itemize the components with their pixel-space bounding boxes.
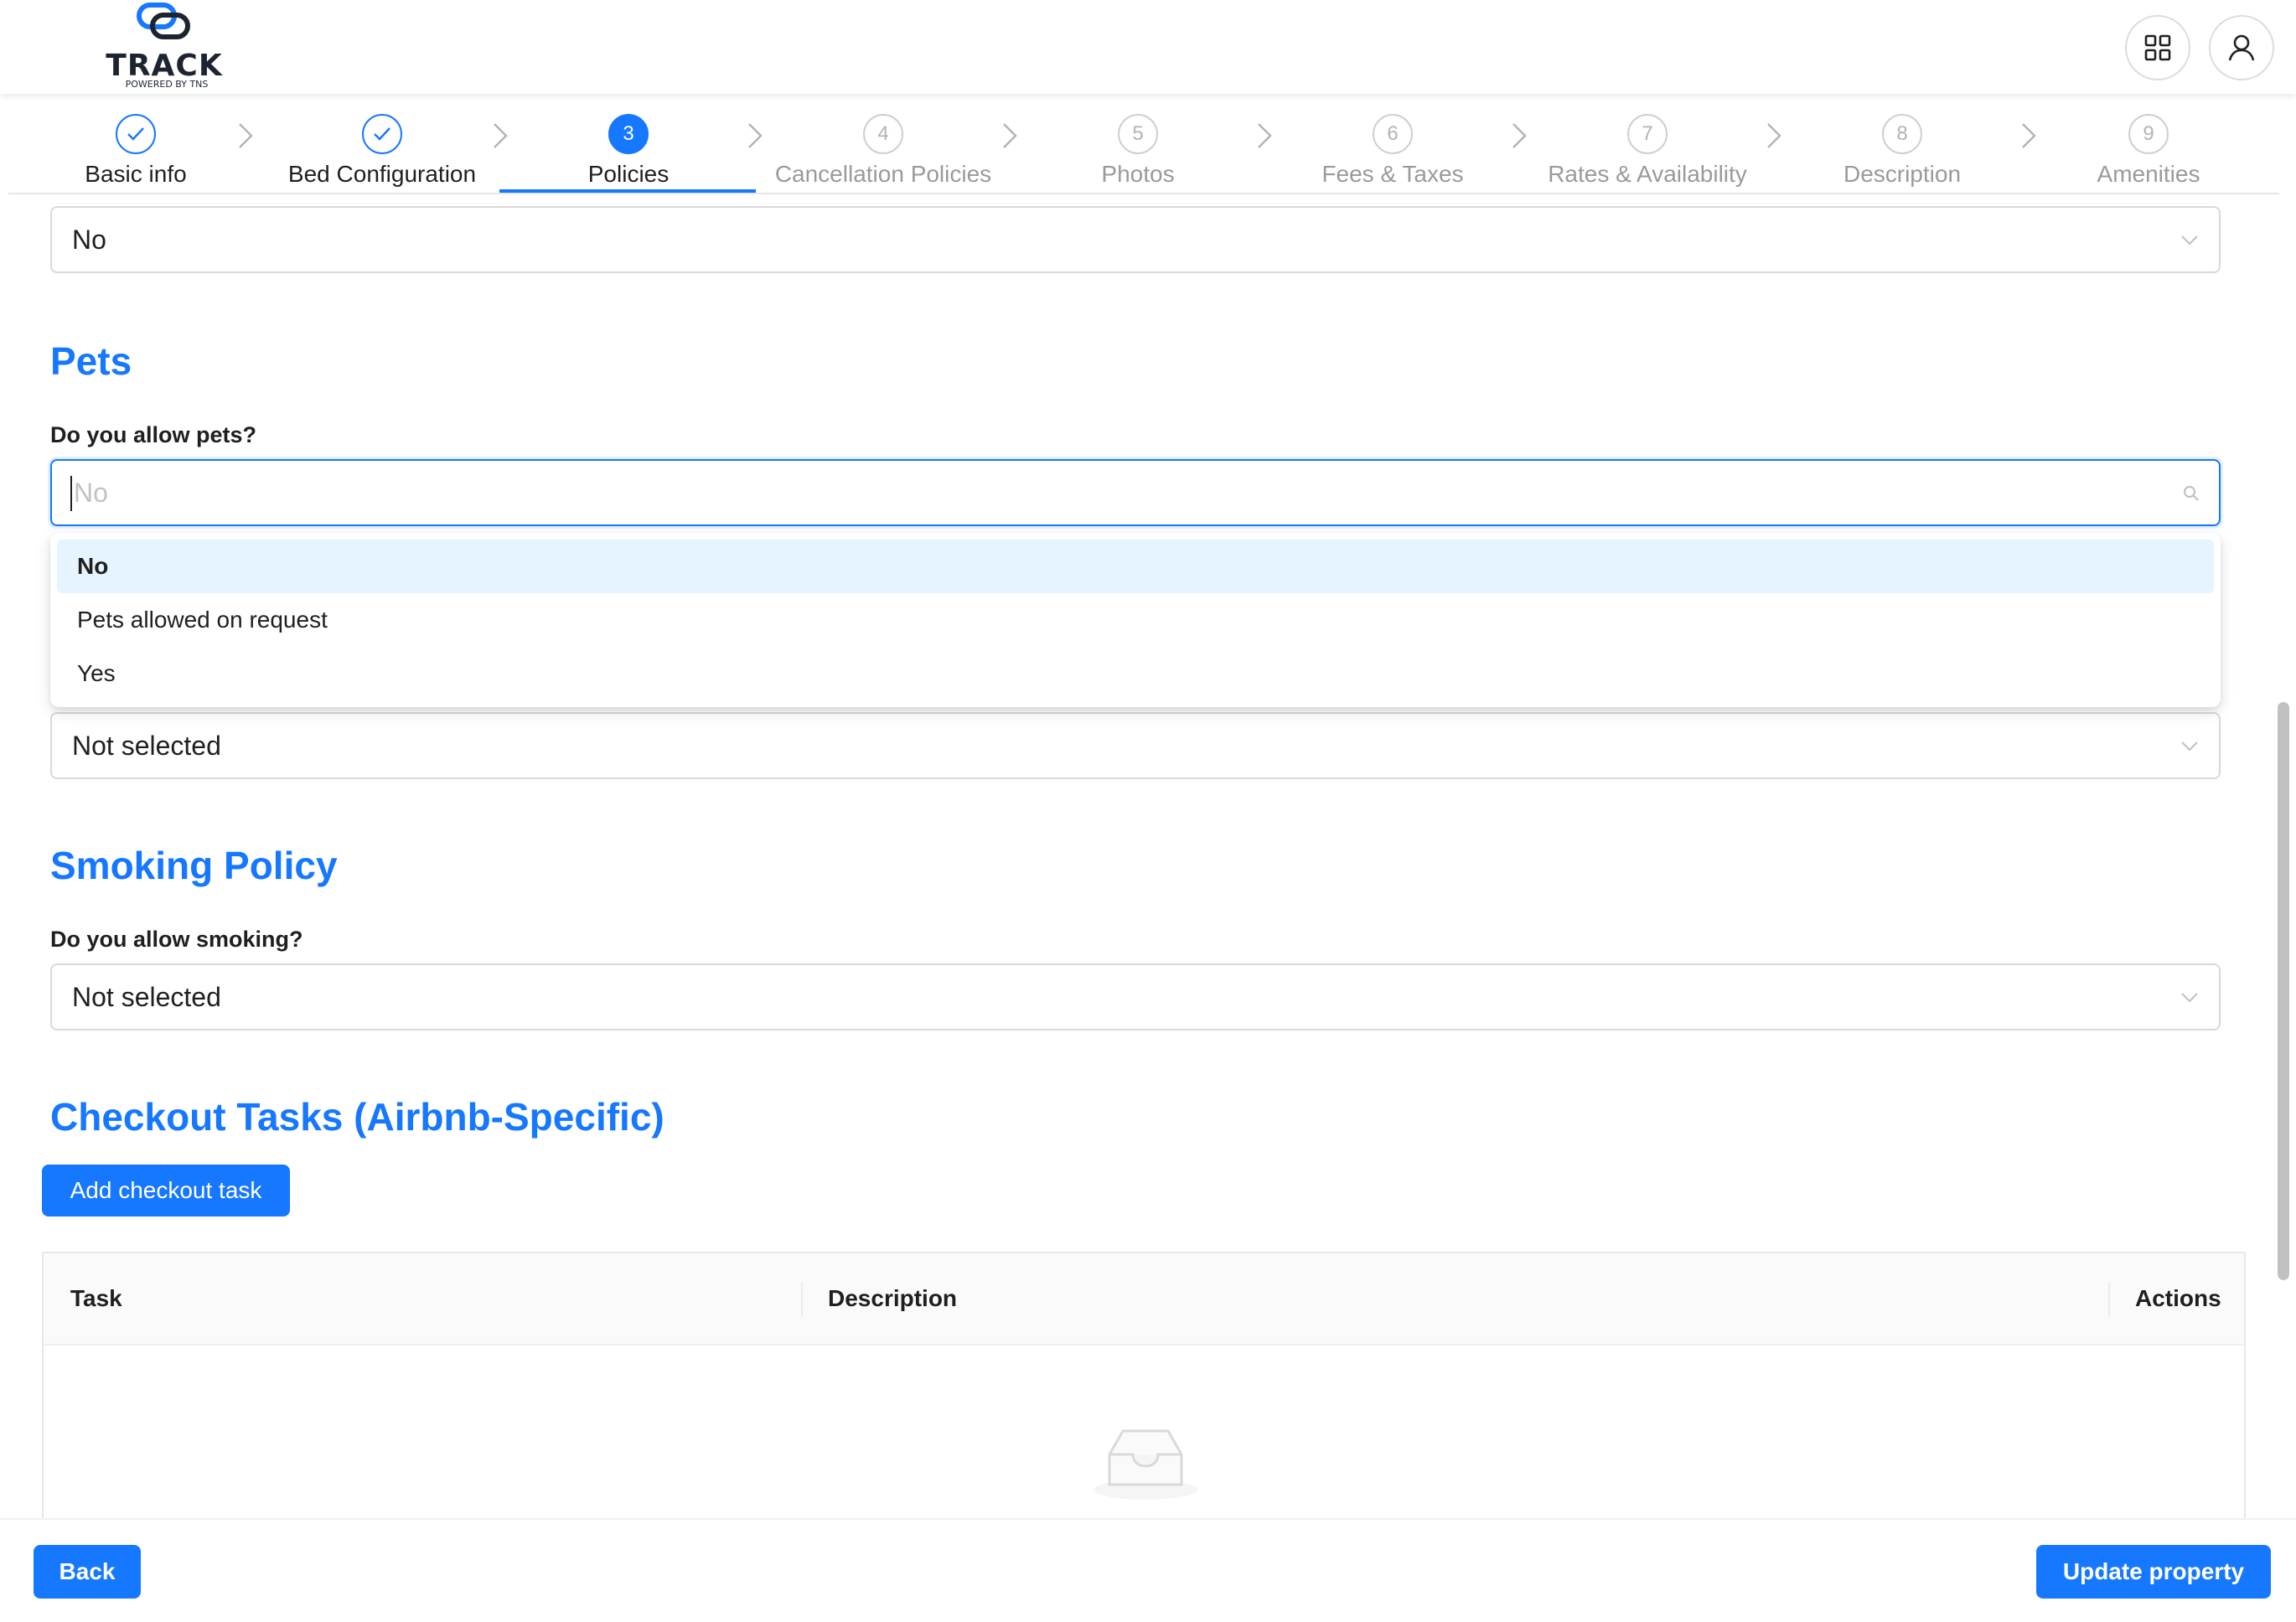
step-bed-configuration[interactable]: Bed Configuration — [255, 94, 509, 194]
logo-text: TRACK — [106, 49, 223, 83]
step-fees-taxes[interactable]: 6 Fees & Taxes — [1265, 94, 1520, 194]
search-icon — [2184, 486, 2199, 501]
option-label: Pets allowed on request — [77, 607, 328, 633]
column-header-description: Description — [828, 1285, 958, 1311]
grid-icon — [2144, 34, 2171, 61]
pets-select-search[interactable]: No — [50, 459, 2221, 526]
chevron-down-icon — [2181, 741, 2198, 752]
select-value: Not selected — [72, 982, 221, 1012]
step-label: Basic info — [85, 161, 187, 187]
pets-question-label: Do you allow pets? — [50, 422, 257, 447]
step-policies[interactable]: 3 Policies — [501, 94, 756, 194]
step-amenities[interactable]: 9 Amenities — [2021, 94, 2276, 194]
step-number: 8 — [1882, 114, 1922, 154]
pets-option-no[interactable]: No — [57, 540, 2214, 593]
check-icon — [127, 127, 144, 141]
select-value: No — [72, 225, 106, 255]
pets-secondary-select[interactable]: Not selected — [50, 712, 2221, 779]
chevron-down-icon — [2181, 235, 2198, 245]
column-header-task: Task — [70, 1285, 122, 1311]
pets-option-yes[interactable]: Yes — [57, 647, 2214, 700]
footer-bar: Back Update property — [0, 1518, 2296, 1622]
step-basic-info[interactable]: Basic info — [8, 94, 263, 194]
pets-option-on-request[interactable]: Pets allowed on request — [57, 593, 2214, 647]
option-label: Yes — [77, 660, 116, 686]
step-number: 6 — [1373, 114, 1413, 154]
previous-policy-select[interactable]: No — [50, 206, 2221, 273]
step-photos[interactable]: 5 Photos — [1011, 94, 1265, 194]
step-number: 3 — [608, 114, 649, 154]
step-done-icon — [116, 114, 156, 154]
pets-search-placeholder: No — [74, 478, 108, 508]
smoking-section-title: Smoking Policy — [50, 844, 338, 887]
column-header-actions: Actions — [2135, 1285, 2221, 1311]
step-label: Description — [1843, 161, 1962, 187]
text-caret — [70, 476, 72, 511]
step-done-icon — [362, 114, 402, 154]
step-number: 9 — [2128, 114, 2169, 154]
chevron-down-icon — [2181, 993, 2198, 1003]
step-label: Amenities — [2097, 161, 2200, 187]
apps-button[interactable] — [2125, 15, 2190, 80]
step-label: Bed Configuration — [287, 161, 477, 187]
step-label: Policies — [587, 161, 670, 187]
step-label: Photos — [1101, 161, 1175, 187]
select-value: Not selected — [72, 731, 221, 761]
pets-section-title: Pets — [50, 339, 132, 383]
scrollbar-thumb[interactable] — [2278, 702, 2289, 1280]
wizard-steps: Basic info Bed Configuration 3 Policies … — [8, 94, 2279, 194]
checkout-section-title: Checkout Tasks (Airbnb-Specific) — [50, 1095, 664, 1139]
user-icon — [2228, 34, 2255, 61]
step-number: 5 — [1118, 114, 1158, 154]
active-step-underline — [499, 189, 756, 193]
step-description[interactable]: 8 Description — [1775, 94, 2030, 194]
smoking-select[interactable]: Not selected — [50, 963, 2221, 1031]
check-icon — [374, 127, 390, 141]
column-divider — [801, 1282, 803, 1317]
step-number: 7 — [1627, 114, 1668, 154]
option-label: No — [77, 553, 109, 579]
step-rates-availability[interactable]: 7 Rates & Availability — [1520, 94, 1775, 194]
add-checkout-task-button[interactable]: Add checkout task — [42, 1165, 290, 1216]
logo-subtitle: POWERED BY TNS — [125, 79, 209, 90]
app-header: TRACK POWERED BY TNS — [0, 0, 2296, 94]
logo-mark-icon — [137, 3, 190, 39]
column-divider — [2108, 1282, 2110, 1317]
table-header: Task Description Actions — [44, 1253, 2244, 1346]
pets-options-dropdown: No Pets allowed on request Yes — [50, 533, 2221, 707]
update-property-button[interactable]: Update property — [2036, 1545, 2271, 1599]
step-label: Fees & Taxes — [1321, 161, 1464, 187]
step-label: Rates & Availability — [1548, 161, 1747, 187]
user-menu-button[interactable] — [2209, 15, 2274, 80]
smoking-question-label: Do you allow smoking? — [50, 927, 303, 952]
back-button[interactable]: Back — [34, 1545, 141, 1599]
step-cancellation-policies[interactable]: 4 Cancellation Policies — [756, 94, 1011, 194]
step-number: 4 — [863, 114, 903, 154]
step-label: Cancellation Policies — [774, 161, 992, 187]
empty-inbox-icon — [1094, 1429, 1197, 1500]
track-logo[interactable]: TRACK POWERED BY TNS — [106, 0, 223, 92]
